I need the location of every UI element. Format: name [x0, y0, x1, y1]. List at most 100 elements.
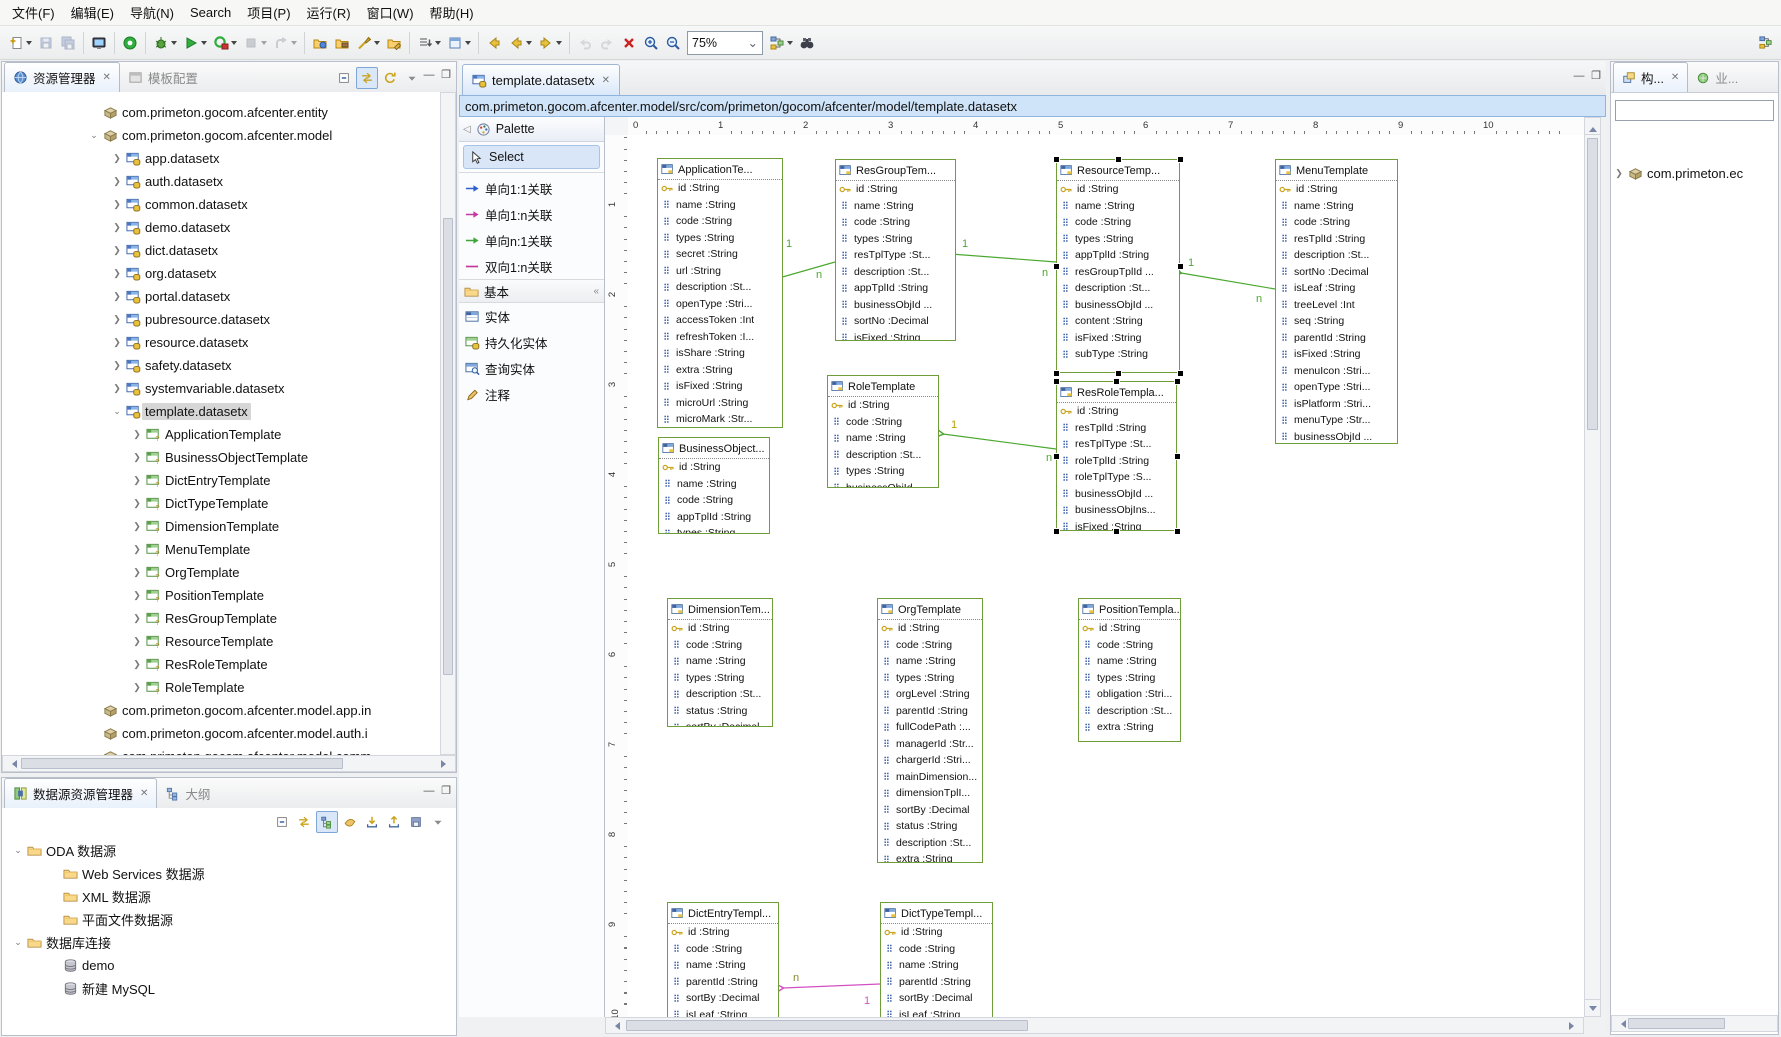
- entity-field[interactable]: businessObjId ...: [1276, 429, 1397, 445]
- selection-handle[interactable]: [1053, 263, 1060, 270]
- entity-field[interactable]: code :String: [668, 637, 772, 654]
- tree-item-resgrouptemplate[interactable]: ❯?ResGroupTemplate: [2, 607, 440, 630]
- entity-field[interactable]: description :St...: [1079, 703, 1180, 720]
- expand-arrow-icon[interactable]: ❯: [129, 429, 145, 440]
- entity-field[interactable]: resGroupTplId ...: [1057, 264, 1179, 281]
- entity-field[interactable]: status :String: [668, 703, 772, 720]
- entity-application-template[interactable]: ApplicationTe...id :Stringname :Stringco…: [657, 158, 783, 428]
- entity-title-bar[interactable]: BusinessObject...: [659, 438, 769, 459]
- entity-field[interactable]: isLeaf :String: [668, 1007, 778, 1018]
- tree-item--[interactable]: 平面文件数据源: [2, 908, 456, 931]
- entity-field[interactable]: businessObjId ...: [828, 480, 938, 489]
- back-button[interactable]: [506, 30, 534, 56]
- entity-field[interactable]: isFixed :String: [1276, 346, 1397, 363]
- entity-field[interactable]: id :String: [668, 924, 778, 941]
- entity-field[interactable]: code :String: [881, 941, 992, 958]
- palette-header[interactable]: ◁ Palette: [459, 117, 604, 142]
- expand-arrow-icon[interactable]: ❯: [129, 682, 145, 693]
- palette-tool-tool-query[interactable]: 查询实体: [459, 355, 604, 381]
- entity-field[interactable]: code :String: [1057, 214, 1179, 231]
- import-button[interactable]: [362, 812, 382, 832]
- menu-item-6[interactable]: 窗口(W): [359, 0, 422, 25]
- console-button[interactable]: [89, 30, 109, 56]
- entity-field[interactable]: description :St...: [828, 447, 938, 464]
- tree-item-menutemplate[interactable]: ❯?MenuTemplate: [2, 538, 440, 561]
- chevron-down-icon[interactable]: [556, 41, 562, 45]
- collapse-group-icon[interactable]: «: [593, 286, 599, 297]
- tree-item-app-datasetx[interactable]: ❯app.datasetx: [2, 147, 440, 170]
- entity-title-bar[interactable]: RoleTemplate: [828, 376, 938, 397]
- minimize-button[interactable]: —: [1572, 70, 1586, 84]
- collapse-arrow-icon[interactable]: ⌄: [109, 406, 125, 417]
- run-button[interactable]: [181, 30, 209, 56]
- tree-item-portal-datasetx[interactable]: ❯portal.datasetx: [2, 285, 440, 308]
- tree-item-common-datasetx[interactable]: ❯common.datasetx: [2, 193, 440, 216]
- focus-hand-button[interactable]: [340, 812, 360, 832]
- entity-field[interactable]: id :String: [668, 620, 772, 637]
- entity-resource-template[interactable]: ResourceTemp...id :Stringname :Stringcod…: [1056, 159, 1180, 373]
- view-menu-button[interactable]: [402, 68, 422, 88]
- expand-arrow-icon[interactable]: ❯: [109, 291, 125, 302]
- entity-field[interactable]: isShare :String: [658, 345, 782, 362]
- tree-item--[interactable]: ⌄数据库连接: [2, 931, 456, 954]
- entity-field[interactable]: code :String: [1276, 214, 1397, 231]
- entity-field[interactable]: businessObjId ...: [1057, 297, 1179, 314]
- expand-arrow-icon[interactable]: ❯: [109, 245, 125, 256]
- tree-item-com-primeton-gocom-afcenter-model[interactable]: ⌄com.primeton.gocom.afcenter.model: [2, 124, 440, 147]
- entity-field[interactable]: code :String: [1079, 637, 1180, 654]
- entity-field[interactable]: types :String: [1057, 231, 1179, 248]
- close-icon[interactable]: ✕: [103, 72, 111, 83]
- stop-button[interactable]: [241, 30, 269, 56]
- entity-field[interactable]: types :String: [658, 230, 782, 247]
- relationship-connection[interactable]: [943, 434, 1056, 449]
- entity-field[interactable]: id :String: [881, 924, 992, 941]
- entity-field[interactable]: name :String: [1276, 198, 1397, 215]
- entity-dict-type-template[interactable]: DictTypeTempl...id :Stringcode :Stringna…: [880, 902, 993, 1017]
- chevron-down-icon[interactable]: [787, 41, 793, 45]
- expand-arrow-icon[interactable]: ❯: [129, 544, 145, 555]
- selection-handle[interactable]: [1115, 370, 1122, 377]
- tree-item-dictentrytemplate[interactable]: ❯?DictEntryTemplate: [2, 469, 440, 492]
- last-edit-button[interactable]: [484, 30, 504, 56]
- entity-field[interactable]: code :String: [658, 213, 782, 230]
- canvas-hscrollbar[interactable]: [605, 1017, 1584, 1034]
- tree-item-resroletemplate[interactable]: ❯?ResRoleTemplate: [2, 653, 440, 676]
- export-button[interactable]: [384, 812, 404, 832]
- tree-item-auth-datasetx[interactable]: ❯auth.datasetx: [2, 170, 440, 193]
- relationship-connection[interactable]: [779, 262, 835, 278]
- entity-field[interactable]: appTplId :String: [659, 509, 769, 526]
- entity-field[interactable]: fullCodePath :...: [878, 719, 982, 736]
- selection-handle[interactable]: [1177, 156, 1184, 163]
- entity-field[interactable]: businessObjId ...: [1057, 486, 1176, 503]
- entity-field[interactable]: description :St...: [1276, 247, 1397, 264]
- tree-item-safety-datasetx[interactable]: ❯safety.datasetx: [2, 354, 440, 377]
- tree-item-xml-[interactable]: XML 数据源: [2, 885, 456, 908]
- expand-arrow-icon[interactable]: ❯: [109, 360, 125, 371]
- entity-field[interactable]: name :String: [668, 653, 772, 670]
- tree-item-com-primeton-gocom-afcenter-model-comm[interactable]: com.primeton.gocom.afcenter.model.comm: [2, 745, 440, 755]
- view-menu-button[interactable]: [428, 812, 448, 832]
- relationship-connection[interactable]: [951, 254, 1056, 262]
- relationship-connection[interactable]: [783, 984, 880, 988]
- maximize-button[interactable]: ❐: [439, 69, 453, 83]
- palette-tool-tool-persist[interactable]: 持久化实体: [459, 329, 604, 355]
- tree-item-dict-datasetx[interactable]: ❯dict.datasetx: [2, 239, 440, 262]
- entity-field[interactable]: extra :String: [878, 851, 982, 863]
- entity-field[interactable]: types :String: [668, 670, 772, 687]
- chevron-down-icon[interactable]: ⌄: [748, 35, 758, 50]
- tab-component[interactable]: 构... ✕: [1613, 62, 1688, 92]
- entity-field[interactable]: mainDimension...: [878, 769, 982, 786]
- entity-field[interactable]: extra :String: [658, 362, 782, 379]
- chevron-down-icon[interactable]: [526, 41, 532, 45]
- entity-field[interactable]: isFixed :String: [1057, 330, 1179, 347]
- entity-title-bar[interactable]: DictTypeTempl...: [881, 903, 992, 924]
- zoom-level-combo[interactable]: 75%⌄: [687, 31, 763, 55]
- entity-field[interactable]: parentId :String: [668, 974, 778, 991]
- undo-button[interactable]: [575, 30, 595, 56]
- entity-field[interactable]: types :String: [878, 670, 982, 687]
- entity-field[interactable]: types :String: [659, 525, 769, 534]
- selection-handle[interactable]: [1053, 453, 1060, 460]
- entity-field[interactable]: types :String: [1079, 670, 1180, 687]
- format-brush-button[interactable]: [354, 30, 382, 56]
- entity-org-template[interactable]: OrgTemplateid :Stringcode :Stringname :S…: [877, 598, 983, 863]
